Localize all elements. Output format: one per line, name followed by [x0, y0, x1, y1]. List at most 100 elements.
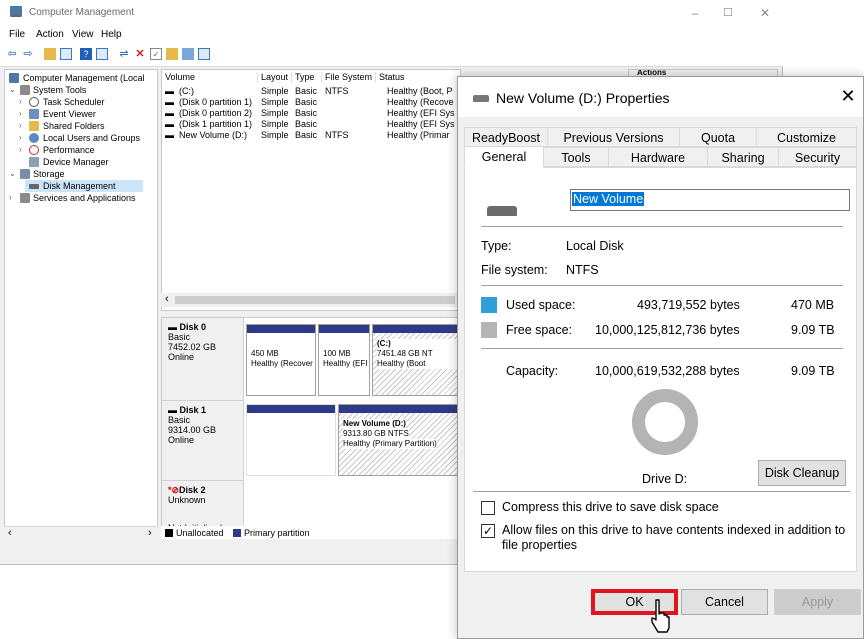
file-system-value: NTFS: [566, 263, 599, 277]
tab-tools[interactable]: Tools: [543, 147, 609, 167]
dialog-close-button[interactable]: ✕: [838, 86, 858, 107]
scroll-left-icon[interactable]: ‹: [8, 527, 12, 539]
menu-file[interactable]: File: [9, 29, 25, 40]
partition-disk1-d[interactable]: New Volume (D:) 9313.80 GB NTFS Healthy …: [338, 404, 460, 476]
apply-button[interactable]: Apply: [774, 589, 861, 615]
tab-general[interactable]: General: [464, 146, 544, 168]
menu-help[interactable]: Help: [101, 29, 122, 40]
tree-item-label: Storage: [33, 169, 65, 179]
chevron-down-icon[interactable]: ⌄: [9, 168, 18, 180]
disk-legend: Unallocated Primary partition: [161, 526, 461, 539]
compress-checkbox[interactable]: [481, 501, 495, 515]
tree-horizontal-scrollbar[interactable]: ‹ ›: [4, 526, 158, 539]
cell-layout: Simple: [261, 130, 289, 140]
disk-icon: ▬: [165, 97, 174, 107]
partition-disk0-recovery[interactable]: 450 MB Healthy (Recover: [246, 324, 316, 396]
legend-unallocated: Unallocated: [176, 528, 224, 538]
close-button[interactable]: ✕: [750, 4, 780, 22]
cell-volume: (Disk 0 partition 1): [179, 97, 253, 107]
partition-disk1-efi-empty[interactable]: [246, 404, 336, 476]
show-hide-tree-icon[interactable]: [60, 48, 72, 60]
tab-quota[interactable]: Quota: [679, 127, 757, 147]
chevron-right-icon[interactable]: ›: [19, 120, 28, 132]
tree-item-disk-management[interactable]: Disk Management: [25, 180, 143, 192]
disk-icon: ▬: [165, 108, 174, 118]
back-arrow-icon[interactable]: ⇦: [6, 48, 18, 60]
disk-cleanup-button[interactable]: Disk Cleanup: [758, 460, 846, 486]
tab-customize[interactable]: Customize: [756, 127, 857, 147]
title-bar[interactable]: Computer Management – ☐ ✕: [0, 0, 783, 26]
tree-item-label: Disk Management: [43, 181, 116, 191]
minimize-button[interactable]: –: [680, 4, 710, 22]
column-header-layout[interactable]: Layout: [258, 72, 292, 83]
tab-readyboost[interactable]: ReadyBoost: [464, 127, 548, 147]
chevron-down-icon[interactable]: ⌄: [9, 84, 18, 96]
disk-name: Disk 2: [179, 485, 206, 495]
partition-size: 7451.48 GB NT: [377, 349, 457, 359]
disk-icon: ▬: [168, 405, 177, 415]
view-list-icon[interactable]: [198, 48, 210, 60]
cell-volume: (C:): [179, 86, 194, 96]
partition-status: Healthy (Primary Partition): [343, 439, 437, 449]
disk-icon: ▬: [165, 130, 174, 140]
tree-item-label: Services and Applications: [33, 193, 136, 203]
partition-disk0-c[interactable]: (C:) 7451.48 GB NT Healthy (Boot: [372, 324, 460, 396]
disk-kind: Basic: [168, 332, 191, 342]
free-space-size: 9.09 TB: [791, 323, 835, 337]
column-header-file-system[interactable]: File System: [322, 72, 376, 83]
divider: [481, 285, 843, 286]
volume-list-horizontal-scrollbar[interactable]: ‹: [161, 293, 461, 307]
tab-security[interactable]: Security: [778, 147, 857, 167]
cancel-button[interactable]: Cancel: [681, 589, 768, 615]
index-label-line1[interactable]: Allow files on this drive to have conten…: [502, 523, 845, 537]
help-icon[interactable]: ?: [80, 48, 92, 60]
tab-previous-versions[interactable]: Previous Versions: [547, 127, 680, 147]
scroll-right-icon[interactable]: ›: [148, 527, 152, 539]
general-tab-page: New Volume Type: Local Disk File system:…: [464, 167, 857, 572]
column-header-type[interactable]: Type: [292, 72, 322, 83]
check-icon[interactable]: ✓: [150, 48, 162, 60]
disk-0-info[interactable]: ▬ Disk 0 Basic 7452.02 GB Online: [162, 318, 244, 400]
volume-label-input[interactable]: New Volume: [570, 189, 850, 211]
disk-state: Online: [168, 435, 195, 445]
device-manager-icon: [29, 157, 39, 167]
up-folder-icon[interactable]: [44, 48, 56, 60]
cell-file-system: NTFS: [325, 130, 349, 140]
chevron-right-icon[interactable]: ›: [19, 108, 28, 120]
window-title: Computer Management: [29, 7, 135, 18]
column-header-status[interactable]: Status: [376, 72, 460, 83]
forward-arrow-icon[interactable]: ⇨: [22, 48, 34, 60]
delete-icon[interactable]: ✕: [134, 48, 146, 60]
disk-1-info[interactable]: ▬ Disk 1 Basic 9314.00 GB Online: [162, 400, 244, 480]
computer-management-icon: [10, 6, 22, 17]
search-folder-icon[interactable]: [182, 48, 194, 60]
properties-icon[interactable]: [96, 48, 108, 60]
scroll-left-icon[interactable]: ‹: [165, 293, 169, 305]
chevron-right-icon[interactable]: ›: [19, 96, 28, 108]
error-icon: *⊘: [168, 485, 180, 495]
dialog-title-bar[interactable]: New Volume (D:) Properties ✕: [458, 77, 863, 117]
index-label-line2[interactable]: file properties: [502, 538, 577, 552]
cell-status: Healthy (Boot, P: [387, 86, 453, 96]
chevron-right-icon[interactable]: ›: [19, 132, 28, 144]
tab-sharing[interactable]: Sharing: [707, 147, 779, 167]
maximize-button[interactable]: ☐: [713, 4, 743, 22]
chevron-right-icon[interactable]: ›: [19, 144, 28, 156]
menu-action[interactable]: Action: [36, 29, 64, 40]
column-header-volume[interactable]: Volume: [162, 72, 258, 83]
compress-label[interactable]: Compress this drive to save disk space: [502, 500, 719, 514]
menu-view[interactable]: View: [72, 29, 94, 40]
tools-icon: [20, 85, 30, 95]
check-icon: ✓: [482, 524, 494, 538]
tab-hardware[interactable]: Hardware: [608, 147, 708, 167]
connect-icon[interactable]: ⇌: [118, 48, 130, 60]
scrollbar-thumb[interactable]: [175, 296, 455, 304]
partition-disk0-efi[interactable]: 100 MB Healthy (EFI: [318, 324, 370, 396]
chevron-right-icon[interactable]: ›: [9, 192, 18, 204]
partition-label: (C:): [377, 339, 457, 349]
index-checkbox[interactable]: ✓: [481, 524, 495, 538]
cell-status: Healthy (Primar: [387, 130, 450, 140]
folder-icon[interactable]: [166, 48, 178, 60]
disk-icon: [29, 184, 39, 189]
disk-state: Online: [168, 352, 195, 362]
